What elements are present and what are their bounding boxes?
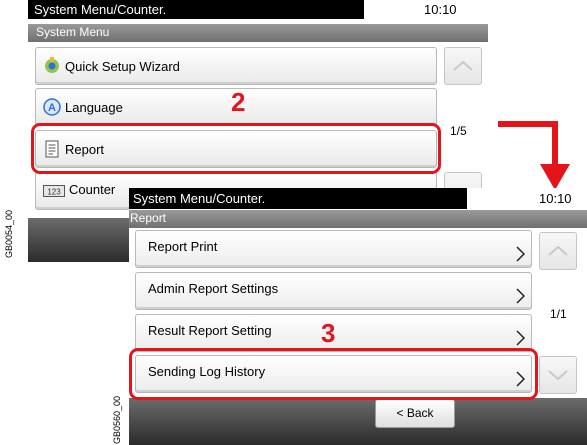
result-report-setting-label: Result Report Setting — [148, 323, 272, 338]
scroll-up-button[interactable] — [444, 47, 482, 85]
figure-code-1: GB0054_00 — [4, 209, 14, 258]
svg-text:A: A — [48, 102, 56, 114]
subheader: System Menu — [28, 24, 488, 42]
quick-setup-wizard-button[interactable]: Quick Setup Wizard — [35, 47, 437, 85]
report-screen: System Menu/Counter. 10:10 Report Report… — [129, 188, 587, 445]
page-indicator: 1/5 — [450, 124, 467, 138]
chevron-right-icon — [516, 288, 525, 304]
step-number-2: 2 — [231, 87, 246, 117]
highlight-frame-sending-log — [129, 348, 538, 400]
back-button[interactable]: < Back — [375, 399, 455, 428]
subheader-2: Report — [129, 210, 587, 228]
page-indicator-2: 1/1 — [550, 307, 567, 321]
screen-title: System Menu/Counter. — [28, 0, 364, 19]
chevron-right-icon — [516, 246, 525, 262]
clock: 10:10 — [424, 2, 457, 17]
chevron-up-icon — [453, 60, 473, 71]
counter-label: Counter — [69, 182, 116, 197]
step-number-3: 3 — [321, 318, 336, 348]
scroll-up-button-2[interactable] — [539, 232, 577, 270]
admin-report-settings-button[interactable]: Admin Report Settings — [135, 272, 532, 310]
counter-icon: 123 — [43, 185, 65, 197]
language-label: Language — [65, 99, 123, 115]
chevron-up-icon — [548, 245, 568, 256]
report-print-button[interactable]: Report Print — [135, 230, 532, 268]
chevron-right-icon — [516, 330, 525, 346]
chevron-down-icon — [548, 370, 568, 381]
admin-report-settings-label: Admin Report Settings — [148, 281, 279, 296]
figure-code-2: GB0560_00 — [112, 395, 122, 444]
wizard-icon — [43, 57, 61, 75]
scroll-down-button-2[interactable] — [539, 356, 577, 394]
screen-title-2: System Menu/Counter. — [129, 188, 467, 209]
counter-icon-text: 123 — [47, 188, 61, 197]
arrow-down-icon — [498, 121, 570, 190]
highlight-frame-report — [31, 123, 441, 174]
clock-2: 10:10 — [539, 191, 572, 206]
bottom-bar-2 — [129, 398, 587, 445]
report-print-label: Report Print — [148, 239, 218, 254]
quick-setup-wizard-label: Quick Setup Wizard — [65, 58, 180, 74]
language-icon: A — [43, 98, 61, 116]
